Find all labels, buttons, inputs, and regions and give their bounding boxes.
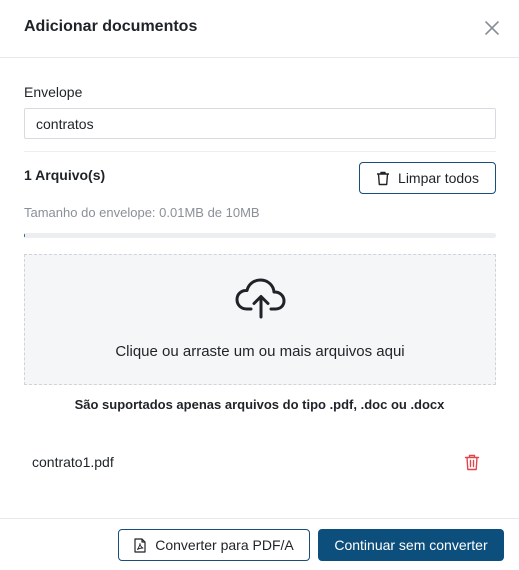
envelope-label: Envelope [24, 84, 83, 100]
file-name: contrato1.pdf [32, 454, 114, 470]
dropzone-text: Clique ou arraste um ou mais arquivos aq… [115, 343, 405, 360]
file-dropzone[interactable]: Clique ou arraste um ou mais arquivos aq… [24, 254, 496, 385]
file-list-item: contrato1.pdf [24, 446, 496, 478]
envelope-size-text: Tamanho do envelope: 0.01MB de 10MB [24, 205, 260, 220]
modal-footer: Converter para PDF/A Continuar sem conve… [0, 518, 519, 570]
close-icon[interactable] [482, 18, 502, 38]
modal-header: Adicionar documentos [0, 0, 519, 58]
cloud-upload-icon [235, 278, 286, 319]
convert-pdfa-button[interactable]: Converter para PDF/A [118, 529, 310, 561]
envelope-input[interactable] [24, 108, 496, 139]
trash-icon[interactable] [464, 454, 480, 471]
envelope-size-progress-fill [24, 233, 25, 238]
supported-formats-text: São suportados apenas arquivos do tipo .… [74, 397, 445, 412]
section-divider [24, 151, 496, 152]
continue-without-converting-button[interactable]: Continuar sem converter [318, 529, 504, 561]
modal-title: Adicionar documentos [24, 18, 198, 35]
convert-pdfa-label: Converter para PDF/A [155, 537, 294, 553]
continue-label: Continuar sem converter [334, 537, 488, 553]
clear-all-label: Limpar todos [398, 170, 479, 186]
pdf-file-icon [134, 537, 146, 553]
envelope-size-progress [24, 233, 496, 238]
files-count: 1 Arquivo(s) [24, 167, 106, 183]
trash-icon [377, 171, 390, 185]
clear-all-button[interactable]: Limpar todos [359, 162, 496, 194]
